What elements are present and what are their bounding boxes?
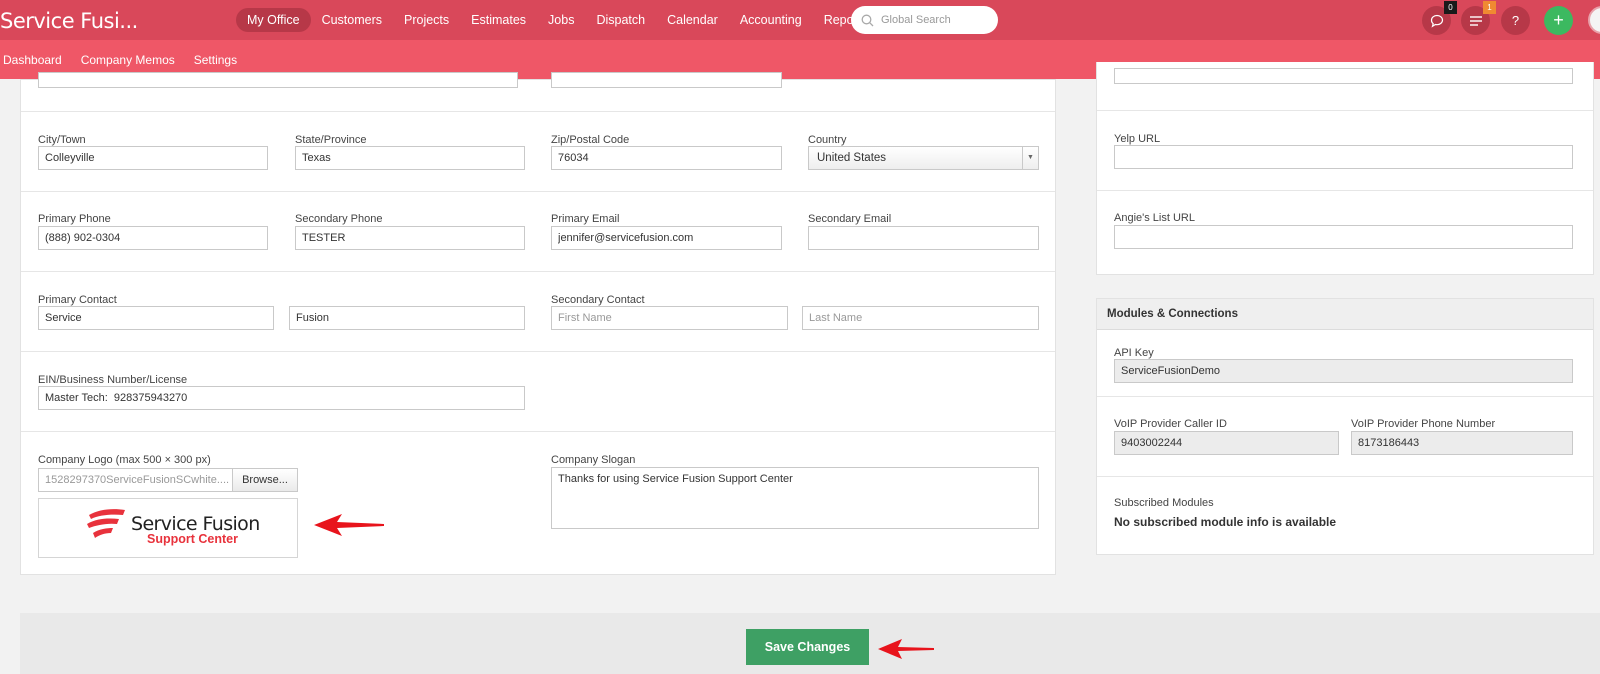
company-logo-preview: Service Fusion Support Center [38, 498, 298, 558]
modules-title: Modules & Connections [1097, 299, 1593, 330]
avatar[interactable] [1588, 6, 1600, 34]
top-bar: Service Fusi... My Office Customers Proj… [0, 0, 1600, 40]
primary-phone-label: Primary Phone [38, 213, 111, 225]
modules-panel: Modules & Connections API Key VoIP Provi… [1096, 298, 1594, 555]
social-links-panel: Yelp URL Angie's List URL [1096, 62, 1594, 275]
main-nav: My Office Customers Projects Estimates J… [236, 7, 878, 32]
browse-button[interactable]: Browse... [232, 468, 298, 492]
ein-field[interactable] [38, 386, 525, 410]
search-icon [861, 14, 874, 26]
nav-accounting[interactable]: Accounting [729, 8, 813, 32]
notifications-badge: 1 [1483, 1, 1496, 14]
primary-contact-label: Primary Contact [38, 294, 117, 306]
nav-dispatch[interactable]: Dispatch [585, 8, 656, 32]
country-value: United States [817, 152, 887, 164]
question-icon: ? [1511, 13, 1520, 28]
zip-field[interactable] [551, 146, 782, 170]
service-fusion-logo-icon [87, 509, 125, 538]
yelp-url-field[interactable] [1114, 145, 1573, 169]
primary-phone-field[interactable] [38, 226, 268, 250]
twitter-url-field[interactable] [1114, 68, 1573, 84]
secondary-contact-first-field[interactable] [551, 306, 788, 330]
angies-list-url-label: Angie's List URL [1114, 212, 1195, 224]
contacts-row: Primary Contact Secondary Contact [21, 271, 1055, 351]
company-slogan-field[interactable]: Thanks for using Service Fusion Support … [551, 467, 1039, 529]
city-field[interactable] [38, 146, 268, 170]
subnav-dashboard[interactable]: Dashboard [3, 53, 62, 67]
nav-projects[interactable]: Projects [393, 8, 460, 32]
chevron-down-icon: ▼ [1022, 147, 1038, 169]
subnav-settings[interactable]: Settings [194, 53, 237, 67]
contact-info-row: Primary Phone Secondary Phone Primary Em… [21, 191, 1055, 271]
country-select[interactable]: United States ▼ [808, 146, 1039, 170]
chat-button[interactable]: 0 [1422, 1, 1457, 35]
primary-contact-last-field[interactable] [289, 306, 525, 330]
primary-email-label: Primary Email [551, 213, 620, 225]
angies-row: Angie's List URL [1097, 190, 1593, 275]
address-field[interactable] [38, 72, 518, 88]
help-button[interactable]: ? [1501, 6, 1530, 35]
yelp-row: Yelp URL [1097, 110, 1593, 190]
city-label: City/Town [38, 134, 86, 146]
voip-caller-id-label: VoIP Provider Caller ID [1114, 418, 1227, 430]
search-input[interactable] [881, 14, 981, 26]
ein-row: EIN/Business Number/License [21, 351, 1055, 431]
chat-bubble-icon [1430, 14, 1443, 28]
primary-contact-first-field[interactable] [38, 306, 274, 330]
address-2-field[interactable] [551, 72, 782, 88]
logo-file-picker: 1528297370ServiceFusionSCwhite.... Brows… [38, 468, 298, 492]
logo-filename: 1528297370ServiceFusionSCwhite.... [38, 468, 232, 492]
subscribed-row: Subscribed Modules No subscribed module … [1097, 476, 1593, 556]
subscribed-modules-label: Subscribed Modules [1114, 497, 1214, 509]
ein-label: EIN/Business Number/License [38, 374, 188, 386]
country-label: Country [808, 134, 847, 146]
voip-phone-field[interactable] [1351, 431, 1573, 455]
primary-email-field[interactable] [551, 226, 782, 250]
plus-icon: + [1553, 10, 1564, 30]
nav-jobs[interactable]: Jobs [537, 8, 585, 32]
nav-estimates[interactable]: Estimates [460, 8, 537, 32]
secondary-contact-label: Secondary Contact [551, 294, 645, 306]
zip-label: Zip/Postal Code [551, 134, 630, 146]
save-changes-button[interactable]: Save Changes [746, 629, 869, 665]
state-label: State/Province [295, 134, 367, 146]
yelp-url-label: Yelp URL [1114, 133, 1161, 145]
voip-row: VoIP Provider Caller ID VoIP Provider Ph… [1097, 396, 1593, 476]
angies-list-url-field[interactable] [1114, 225, 1573, 249]
list-icon [1469, 15, 1482, 26]
secondary-email-field[interactable] [808, 226, 1039, 250]
state-field[interactable] [295, 146, 525, 170]
voip-caller-id-field[interactable] [1114, 431, 1339, 455]
subscribed-modules-value: No subscribed module info is available [1114, 515, 1337, 529]
secondary-phone-field[interactable] [295, 226, 525, 250]
subnav-company-memos[interactable]: Company Memos [81, 53, 175, 67]
logo-text-line2: Support Center [147, 532, 238, 546]
nav-my-office[interactable]: My Office [236, 7, 311, 32]
api-key-label: API Key [1114, 347, 1154, 359]
voip-phone-label: VoIP Provider Phone Number [1351, 418, 1496, 430]
nav-calendar[interactable]: Calendar [656, 8, 729, 32]
nav-customers[interactable]: Customers [311, 8, 393, 32]
location-row: City/Town State/Province Zip/Postal Code… [21, 111, 1055, 191]
annotation-arrow-icon [314, 514, 384, 536]
annotation-arrow-icon [878, 639, 934, 659]
global-search[interactable] [851, 6, 998, 34]
app-title[interactable]: Service Fusi... [0, 9, 138, 33]
company-slogan-label: Company Slogan [551, 454, 636, 466]
add-button[interactable]: + [1544, 6, 1573, 35]
secondary-phone-label: Secondary Phone [295, 213, 383, 225]
api-key-field[interactable] [1114, 359, 1573, 383]
secondary-contact-last-field[interactable] [802, 306, 1039, 330]
notifications-button[interactable]: 1 [1461, 1, 1496, 35]
chat-badge: 0 [1444, 1, 1457, 14]
company-logo-label: Company Logo (max 500 × 300 px) [38, 454, 211, 466]
secondary-email-label: Secondary Email [808, 213, 892, 225]
